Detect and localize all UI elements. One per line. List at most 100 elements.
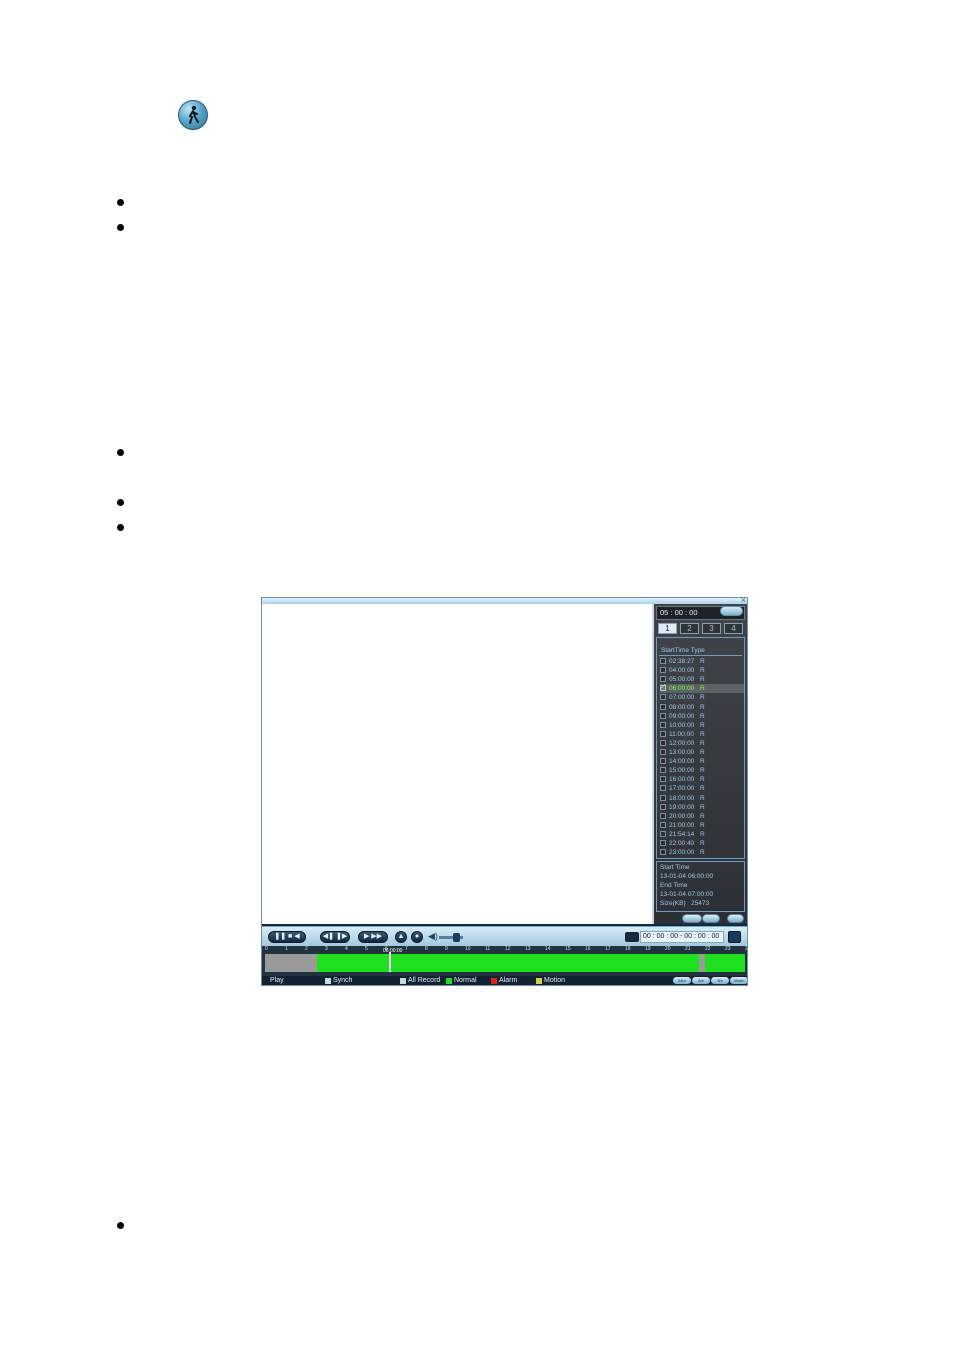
file-row[interactable]: 18:00:00 R: [660, 794, 744, 803]
zoom-1hr-button[interactable]: 1hr: [711, 977, 729, 984]
tab-channel-1[interactable]: 1: [658, 623, 677, 634]
file-row[interactable]: 17:00:00 R: [660, 784, 744, 793]
timeline-cursor[interactable]: [389, 952, 391, 972]
search-button[interactable]: [720, 606, 743, 616]
file-row[interactable]: 12:00:00 R: [660, 739, 744, 748]
motion-checkbox[interactable]: [536, 978, 542, 984]
file-type: R: [700, 821, 705, 829]
file-checkbox[interactable]: [660, 794, 666, 801]
file-row[interactable]: 20:00:00 R: [660, 812, 744, 821]
file-row[interactable]: 14:00:00 R: [660, 757, 744, 766]
file-start-time: 23:00:00: [669, 849, 695, 857]
file-row[interactable]: 04:00:00 R: [660, 666, 744, 675]
file-checkbox[interactable]: [660, 730, 666, 737]
zoom-30min-button[interactable]: 30min: [730, 977, 747, 984]
file-checkbox[interactable]: [660, 703, 666, 710]
file-checkbox[interactable]: [660, 785, 666, 792]
file-type: R: [700, 685, 705, 693]
file-row[interactable]: 21:00:00 R: [660, 821, 744, 830]
file-row[interactable]: 16:00:00 R: [660, 775, 744, 784]
file-checkbox[interactable]: [660, 840, 666, 846]
size-info: Size(KB) 25473: [660, 900, 709, 907]
pause-icon[interactable]: ❚❚: [274, 933, 286, 940]
hour-tick-label: 18: [625, 946, 631, 952]
hour-tick-label: 5: [365, 946, 368, 952]
file-type: R: [700, 849, 705, 857]
hour-tick-label: 7: [405, 946, 408, 952]
walk-figure-icon: [188, 105, 199, 124]
prev-frame-icon[interactable]: ◀❚: [323, 933, 334, 940]
bullet: [117, 224, 124, 231]
fast-play-icon[interactable]: ▶▶: [371, 933, 382, 940]
hour-tick-label: 20: [665, 946, 671, 952]
file-row[interactable]: 09:00:00 R: [660, 712, 744, 721]
file-checkbox[interactable]: [660, 721, 666, 728]
file-checkbox[interactable]: [660, 749, 666, 755]
file-checkbox[interactable]: [660, 830, 666, 837]
channel-tabs: 1 2 3 4: [658, 623, 744, 635]
zoom-2hr-button[interactable]: 2hr: [692, 977, 710, 984]
file-row[interactable]: 23:00:00 R: [660, 848, 744, 857]
alarm-checkbox[interactable]: [491, 978, 497, 984]
file-row[interactable]: 11:00:00 R: [660, 730, 744, 739]
file-checkbox[interactable]: [660, 739, 666, 746]
file-row[interactable]: 02:38:27 R: [660, 657, 744, 666]
stop-icon[interactable]: ■: [288, 933, 292, 940]
hour-tick-label: 10: [465, 946, 471, 952]
file-checkbox[interactable]: [660, 658, 666, 664]
file-checkbox[interactable]: [660, 767, 666, 774]
file-checkbox[interactable]: [660, 667, 666, 674]
tab-channel-3[interactable]: 3: [702, 623, 721, 634]
file-checkbox[interactable]: [660, 849, 666, 856]
normal-checkbox[interactable]: [446, 978, 452, 984]
video-area[interactable]: [262, 604, 654, 924]
file-list-button[interactable]: [702, 914, 720, 923]
record-icon[interactable]: ●: [411, 931, 423, 943]
bullet: [117, 199, 124, 206]
file-checkbox[interactable]: [660, 776, 666, 783]
zoom-24hr-button[interactable]: 24hr: [673, 977, 691, 984]
next-frame-icon[interactable]: ❚▶: [336, 933, 347, 940]
file-checkbox[interactable]: [660, 812, 666, 819]
file-checkbox[interactable]: [660, 682, 667, 692]
gap-segment: [699, 954, 705, 972]
smart-search-icon[interactable]: ▲: [395, 931, 407, 943]
file-row[interactable]: 21:54:14 R: [660, 830, 744, 839]
file-checkbox[interactable]: [660, 694, 666, 701]
file-row[interactable]: 08:00:00 R: [660, 703, 744, 712]
synch-checkbox[interactable]: [325, 978, 331, 984]
file-row[interactable]: 07:00:00 R: [660, 693, 744, 702]
back-button[interactable]: [727, 914, 744, 923]
all-record-checkbox[interactable]: [400, 978, 406, 984]
file-checkbox[interactable]: [660, 712, 666, 719]
file-row[interactable]: 13:00:00 R: [660, 748, 744, 757]
clip-icon[interactable]: [625, 932, 639, 942]
file-checkbox[interactable]: [660, 821, 666, 828]
file-row[interactable]: 06:00:00 R: [660, 682, 744, 694]
file-row[interactable]: 05:00:00 R: [660, 675, 744, 684]
clip-time-range[interactable]: 00 : 00 : 00 - 00 : 00 : 00: [640, 931, 724, 943]
backup-button[interactable]: [682, 914, 702, 923]
play-backward-icon[interactable]: ◀: [294, 933, 299, 940]
file-row[interactable]: 19:00:00 R: [660, 803, 744, 812]
slow-play-icon[interactable]: ▶: [364, 933, 369, 940]
file-row[interactable]: 22:00:40 R: [660, 839, 744, 848]
file-checkbox[interactable]: [660, 676, 666, 683]
file-type: R: [700, 812, 705, 820]
hour-tick-label: 8: [425, 946, 428, 952]
file-type: R: [700, 667, 705, 675]
file-checkbox[interactable]: [660, 758, 666, 765]
file-start-time: 19:00:00: [669, 803, 695, 811]
file-start-time: 12:00:00: [669, 739, 695, 747]
tab-channel-4[interactable]: 4: [724, 623, 743, 634]
volume-knob[interactable]: [453, 933, 460, 942]
file-start-time: 16:00:00: [669, 776, 695, 784]
tab-channel-2[interactable]: 2: [680, 623, 699, 634]
hour-tick-label: 21: [685, 946, 691, 952]
timeline[interactable]: 0123456789101112131415161718192021222324…: [262, 946, 747, 976]
start-time-value: 13-01-04 06:00:00: [660, 873, 714, 880]
save-icon[interactable]: [728, 931, 741, 943]
file-checkbox[interactable]: [660, 803, 666, 810]
file-row[interactable]: 15:00:00 R: [660, 766, 744, 775]
file-row[interactable]: 10:00:00 R: [660, 721, 744, 730]
